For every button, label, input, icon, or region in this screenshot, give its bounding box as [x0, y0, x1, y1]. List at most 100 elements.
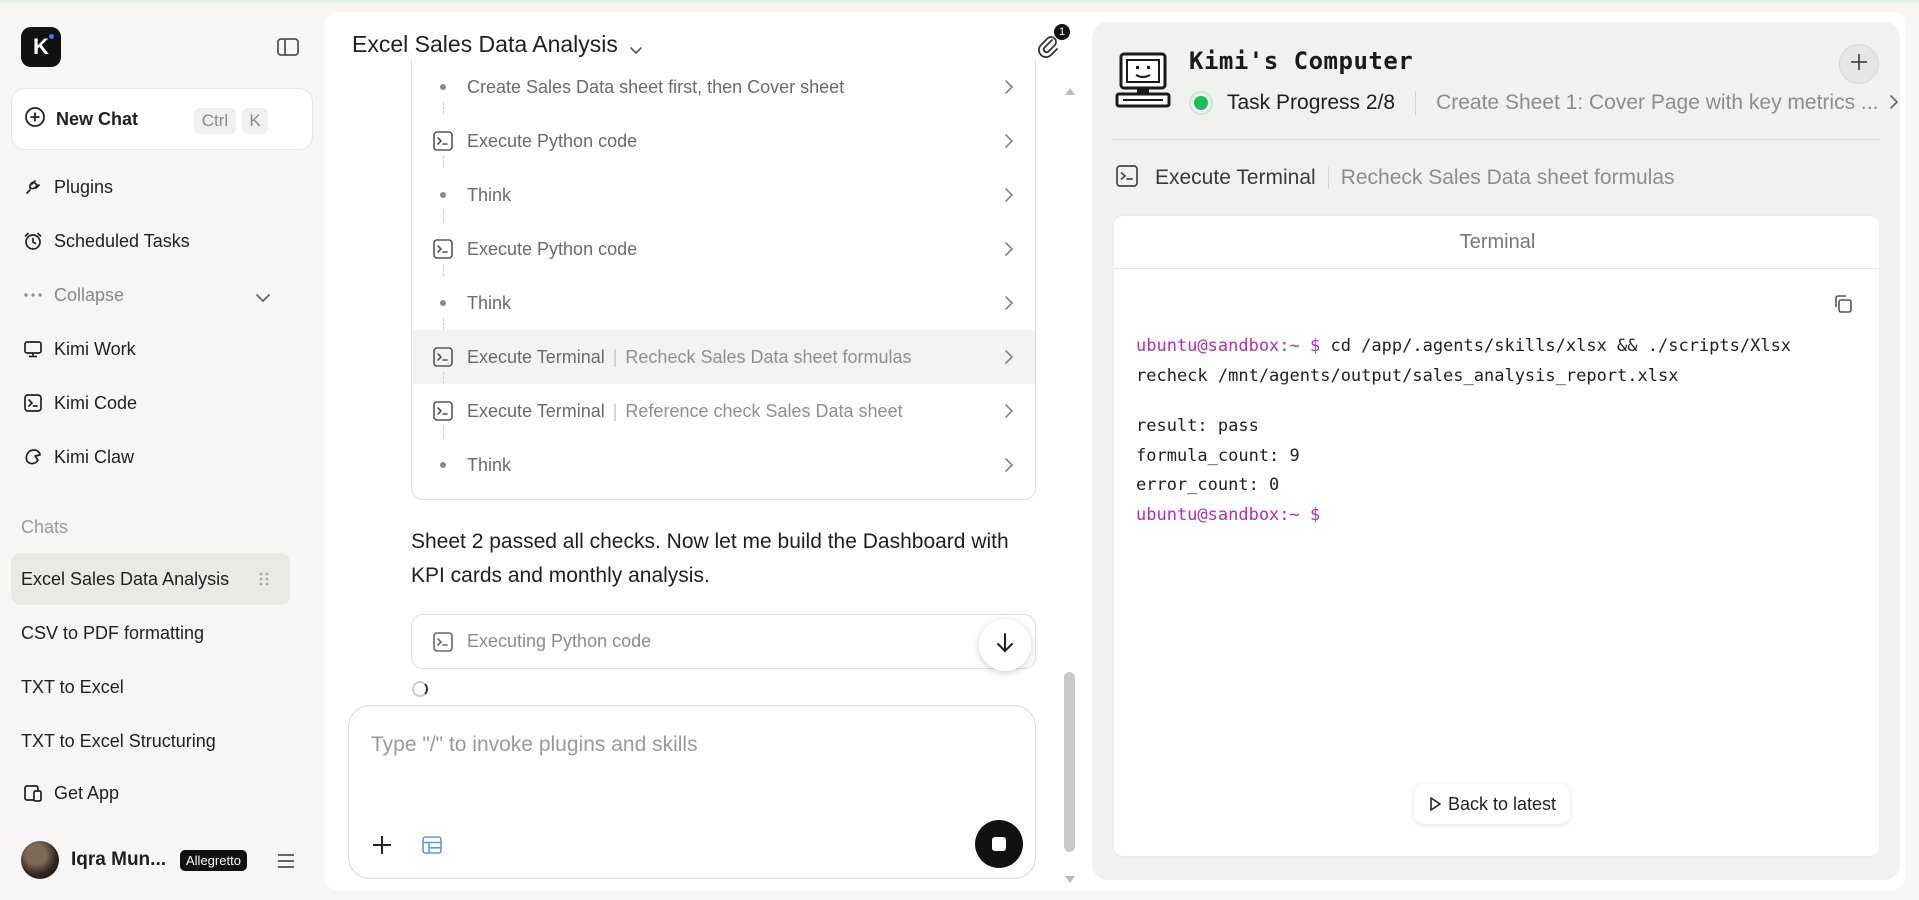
step-row[interactable]: Think: [412, 276, 1035, 330]
logo-letter: K: [33, 34, 49, 59]
task-progress[interactable]: Task Progress 2/8 Create Sheet 1: Cover …: [1189, 88, 1878, 118]
conversation-title[interactable]: Excel Sales Data Analysis: [352, 31, 644, 58]
sidebar: K New Chat Ctrl K Plugins Scheduled Task…: [0, 3, 325, 900]
separator: |: [612, 346, 618, 367]
devices-icon: [22, 782, 44, 804]
terminal-command-continuation: recheck /mnt/agents/output/sales_analysi…: [1136, 365, 1679, 386]
bullet-dot-icon: [440, 84, 446, 90]
sidebar-item-kimi-code[interactable]: Kimi Code: [22, 388, 137, 418]
shortcut-ctrl-key: Ctrl: [194, 108, 236, 134]
stop-icon: [992, 837, 1006, 851]
play-icon: [1428, 796, 1442, 812]
chevron-right-icon[interactable]: [1889, 93, 1899, 111]
plus-icon[interactable]: [369, 832, 395, 858]
terminal-command: cd /app/.agents/skills/xlsx && ./scripts…: [1320, 336, 1792, 356]
step-row[interactable]: Execute Python code: [412, 114, 1035, 168]
copy-icon[interactable]: [1832, 293, 1854, 315]
sidebar-toggle-icon[interactable]: [275, 34, 301, 60]
message-input[interactable]: [371, 728, 1011, 762]
monitor-icon: [22, 338, 44, 360]
terminal-output-line: error_count: 0: [1136, 475, 1280, 495]
separator: [1327, 167, 1329, 189]
divider: [1113, 139, 1880, 140]
user-name: Iqra Mun...: [71, 849, 166, 870]
step-row[interactable]: Create Sales Data sheet first, then Cove…: [412, 60, 1035, 114]
sidebar-item-plugins[interactable]: Plugins: [22, 172, 113, 202]
tool-detail: Recheck Sales Data sheet formulas: [1340, 166, 1675, 189]
sidebar-item-label: Kimi Work: [54, 338, 136, 359]
step-row[interactable]: Execute Python code: [412, 222, 1035, 276]
table-icon[interactable]: [421, 835, 443, 855]
chat-item-txt-to-excel-structuring[interactable]: TXT to Excel Structuring: [11, 715, 290, 767]
step-title: Create Sales Data sheet first, then Cove…: [467, 76, 845, 97]
terminal-prompt: ubuntu@sandbox:~ $: [1136, 504, 1321, 525]
back-to-latest-label: Back to latest: [1448, 793, 1557, 814]
drag-handle-icon[interactable]: [258, 571, 272, 587]
kimi-logo[interactable]: K: [21, 27, 61, 67]
new-chat-button[interactable]: New Chat Ctrl K: [11, 88, 313, 150]
message-composer: [348, 705, 1036, 879]
terminal-command-line: ubuntu@sandbox:~ $ cd /app/.agents/skill…: [1136, 332, 1791, 362]
step-title: Think: [467, 292, 512, 313]
executing-step-card[interactable]: Executing Python code: [411, 614, 1036, 669]
terminal-icon: [432, 130, 454, 152]
separator: [1415, 91, 1417, 115]
retro-computer-icon: [1115, 52, 1175, 108]
terminal-icon: [432, 400, 454, 422]
claw-icon: [22, 446, 44, 468]
step-row[interactable]: Execute Terminal | Reference check Sales D…: [412, 384, 1035, 438]
terminal-icon: [1115, 164, 1139, 193]
get-app-label: Get App: [54, 782, 120, 803]
step-row[interactable]: Think: [412, 438, 1035, 492]
chevron-down-icon[interactable]: [252, 287, 274, 309]
step-title: Execute Python code: [467, 238, 638, 259]
chat-item-excel-sales-data-analysis[interactable]: Excel Sales Data Analysis: [11, 553, 290, 605]
chevron-right-icon: [1002, 348, 1016, 366]
step-row-active[interactable]: Execute Terminal | Recheck Sales Data shee…: [412, 330, 1035, 384]
terminal-icon: [432, 346, 454, 368]
arrow-down-icon: [994, 631, 1016, 660]
step-connector: [443, 102, 444, 114]
step-row[interactable]: Think: [412, 168, 1035, 222]
step-title: Execute Terminal | Recheck Sales Data shee…: [467, 347, 912, 368]
terminal-output-line: formula_count: 9: [1136, 445, 1300, 466]
avatar: [21, 841, 59, 879]
plug-icon: [22, 176, 44, 198]
user-profile[interactable]: Iqra Mun... Allegretto: [21, 841, 247, 879]
step-title: Execute Terminal | Reference check Sales D…: [467, 401, 903, 422]
alarm-clock-icon: [22, 230, 44, 252]
bullet-dot-icon: [440, 462, 446, 468]
task-progress-label: Task Progress 2/8: [1227, 91, 1396, 114]
chevron-right-icon: [1002, 294, 1016, 312]
sidebar-item-scheduled-tasks[interactable]: Scheduled Tasks: [22, 226, 190, 256]
scroll-down-arrow-icon[interactable]: [1063, 873, 1077, 885]
current-task: Create Sheet 1: Cover Page with key metr…: [1436, 91, 1879, 114]
menu-icon[interactable]: [276, 853, 296, 869]
sidebar-item-kimi-work[interactable]: Kimi Work: [22, 334, 136, 364]
sidebar-item-kimi-claw[interactable]: Kimi Claw: [22, 442, 134, 472]
expand-panel-button[interactable]: [1839, 44, 1879, 84]
scrollbar-thumb[interactable]: [1064, 672, 1075, 852]
chat-item-txt-to-excel[interactable]: TXT to Excel: [11, 661, 290, 713]
scroll-up-arrow-icon[interactable]: [1063, 84, 1077, 96]
step-connector: [443, 372, 444, 384]
terminal-output-line: result: pass: [1136, 416, 1259, 436]
chat-item-csv-to-pdf[interactable]: CSV to PDF formatting: [11, 607, 290, 659]
step-tool-name: Execute Terminal: [467, 400, 605, 421]
step-connector: [443, 210, 444, 222]
chat-item-label: TXT to Excel Structuring: [21, 730, 216, 751]
shortcut-k-key: K: [242, 108, 268, 134]
sidebar-item-label: Kimi Code: [54, 392, 138, 413]
sidebar-item-collapse[interactable]: Collapse: [22, 280, 124, 310]
terminal-title: Terminal: [1114, 216, 1879, 269]
step-connector: [443, 264, 444, 276]
back-to-latest-button[interactable]: Back to latest: [1414, 784, 1571, 824]
stop-generation-button[interactable]: [975, 820, 1023, 868]
scroll-to-bottom-button[interactable]: [979, 619, 1031, 671]
sidebar-item-label: Kimi Claw: [54, 446, 135, 467]
chevron-down-icon: [628, 37, 644, 54]
chat-item-label: CSV to PDF formatting: [21, 622, 205, 643]
get-app-link[interactable]: Get App: [22, 778, 119, 808]
conversation-title-text: Excel Sales Data Analysis: [352, 31, 618, 57]
chat-item-label: Excel Sales Data Analysis: [21, 568, 230, 589]
